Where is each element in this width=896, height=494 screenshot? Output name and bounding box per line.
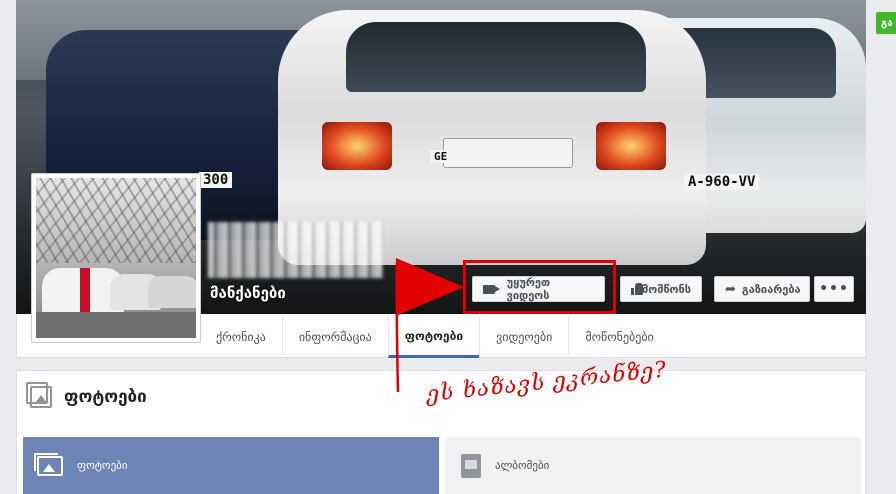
- license-plate-center-text: GE: [430, 150, 452, 163]
- tab-videos[interactable]: ვიდეოები: [479, 316, 568, 358]
- album-icon: [461, 453, 481, 478]
- share-button[interactable]: ➦ გაზიარება: [714, 276, 810, 302]
- tab-photos[interactable]: ფოტოები: [387, 316, 480, 358]
- subtab-albums[interactable]: ალბომები: [445, 437, 861, 494]
- share-label: გაზიარება: [741, 282, 801, 296]
- tab-label: ვიდეოები: [496, 330, 553, 344]
- photos-section-header: ფოტოები: [16, 382, 147, 408]
- profile-ground: [36, 312, 196, 338]
- license-plate-right: A-960-VV: [684, 174, 760, 190]
- page-category: მანქანები: [210, 284, 286, 302]
- tab-likes[interactable]: მოწონებები: [568, 316, 669, 358]
- profile-picture[interactable]: [31, 173, 201, 343]
- tab-about[interactable]: ინფორმაცია: [281, 316, 388, 358]
- license-plate-left: 300: [199, 172, 233, 188]
- subtab-photos[interactable]: ფოტოები: [23, 437, 439, 494]
- profile-car-stripe: [80, 268, 90, 316]
- subtab-albums-label: ალბომები: [495, 459, 550, 472]
- tab-label: ფოტოები: [404, 328, 464, 343]
- thumbs-up-icon: [631, 283, 643, 295]
- tab-timeline[interactable]: ქრონიკა: [200, 316, 282, 358]
- profile-trees: [36, 178, 196, 263]
- tail-light-right: [596, 122, 666, 170]
- photos-section-title: ფოტოები: [64, 387, 147, 407]
- like-label: მომწონს: [641, 282, 691, 296]
- more-options-button[interactable]: •••: [814, 276, 854, 302]
- tab-label: ინფორმაცია: [298, 330, 372, 344]
- page-tabs: ქრონიკა ინფორმაცია ფოტოები ვიდეოები მოწო…: [200, 316, 670, 358]
- photo-stack-icon: [34, 452, 63, 476]
- more-dots-icon: •••: [819, 281, 849, 297]
- tab-label: ქრონიკა: [216, 330, 266, 344]
- like-button[interactable]: მომწონს: [620, 276, 702, 302]
- tab-label: მოწონებები: [585, 330, 654, 344]
- subtab-photos-label: ფოტოები: [77, 459, 128, 472]
- page-name-obscured: [208, 222, 383, 278]
- photos-icon: [26, 382, 52, 408]
- annotation-highlight-box: [463, 260, 616, 314]
- car-window: [346, 22, 646, 92]
- tail-light-left: [322, 122, 392, 170]
- license-plate-center: [443, 138, 573, 168]
- green-action-label: გა: [881, 17, 893, 29]
- green-action-button[interactable]: გა: [876, 12, 896, 34]
- profile-image: [36, 178, 196, 338]
- share-arrow-icon: ➦: [725, 281, 736, 297]
- profile-car-third: [148, 276, 196, 308]
